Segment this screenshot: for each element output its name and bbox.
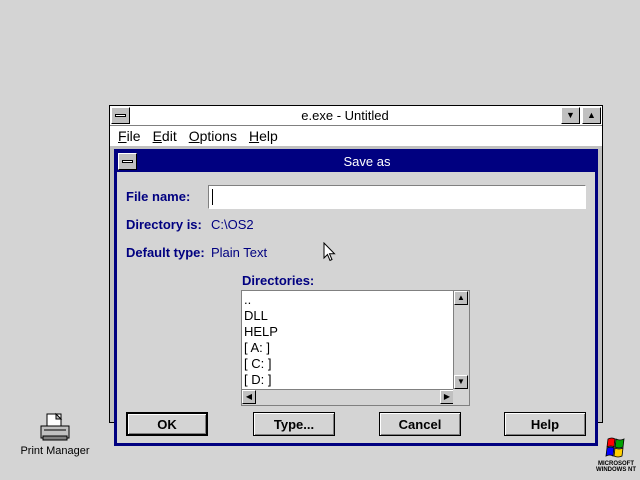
directories-list: .. DLL HELP [ A: ] [ C: ] [ D: ]	[244, 292, 278, 388]
scroll-left-button[interactable]: ◀	[242, 390, 256, 404]
list-item[interactable]: DLL	[244, 308, 278, 324]
cancel-button[interactable]: Cancel	[379, 412, 461, 436]
vertical-scrollbar[interactable]: ▲ ▼	[453, 291, 469, 389]
dialog-system-menu-icon	[122, 160, 133, 163]
menu-file-rest: ile	[126, 128, 141, 144]
mouse-pointer-icon	[323, 242, 336, 262]
menu-edit-mnemonic: E	[152, 128, 162, 144]
minimize-button[interactable]: ▼	[561, 107, 580, 124]
type-button[interactable]: Type...	[253, 412, 335, 436]
menu-file[interactable]: File	[118, 128, 141, 144]
scroll-right-button[interactable]: ▶	[440, 390, 454, 404]
directories-label: Directories:	[242, 273, 315, 288]
menu-options-rest: ptions	[199, 128, 237, 144]
directories-listbox[interactable]: .. DLL HELP [ A: ] [ C: ] [ D: ] ▲ ▼ ◀ ▶	[241, 290, 470, 406]
list-item[interactable]: ..	[244, 292, 278, 308]
menu-options-mnemonic: O	[188, 128, 200, 144]
text-caret	[212, 189, 213, 205]
print-manager-label: Print Manager	[20, 445, 90, 457]
windows-nt-desktop-icon[interactable]: MICROSOFT WINDOWS NT	[596, 436, 636, 473]
print-manager-desktop-icon[interactable]: Print Manager	[14, 412, 96, 457]
save-as-title-bar[interactable]: Save as	[117, 152, 595, 172]
ok-button[interactable]: OK	[126, 412, 208, 436]
scrollbar-corner	[453, 389, 469, 405]
default-type-value: Plain Text	[211, 245, 268, 260]
help-button[interactable]: Help	[504, 412, 586, 436]
file-name-input[interactable]	[208, 185, 586, 209]
menu-file-mnemonic: F	[118, 128, 127, 144]
list-item[interactable]: HELP	[244, 324, 278, 340]
printer-icon	[40, 412, 70, 441]
scroll-down-button[interactable]: ▼	[454, 375, 468, 389]
desktop: Print Manager MICROSOFT WINDOWS NT e.exe…	[0, 0, 640, 480]
windows-flag-icon	[605, 437, 625, 458]
list-item[interactable]: [ A: ]	[244, 340, 278, 356]
menu-options[interactable]: Options	[189, 128, 237, 144]
default-type-label: Default type:	[126, 245, 205, 260]
list-item[interactable]: [ D: ]	[244, 372, 278, 388]
editor-title-bar[interactable]: e.exe - Untitled ▼ ▲	[110, 106, 602, 126]
scroll-up-button[interactable]: ▲	[454, 291, 468, 305]
system-menu-button[interactable]	[111, 107, 130, 124]
save-as-dialog-body: Save as File name: Directory is: C:\OS2 …	[117, 152, 595, 443]
dialog-system-menu-button[interactable]	[118, 153, 137, 170]
windows-nt-caption: MICROSOFT WINDOWS NT	[596, 461, 636, 473]
directory-label: Directory is:	[126, 217, 202, 232]
menu-help-rest: elp	[259, 128, 278, 144]
editor-window-title: e.exe - Untitled	[301, 108, 389, 123]
file-name-label: File name:	[126, 189, 191, 204]
menu-edit[interactable]: Edit	[153, 128, 177, 144]
menu-bar: File Edit Options Help	[110, 126, 602, 146]
menu-help[interactable]: Help	[249, 128, 278, 144]
horizontal-scrollbar[interactable]: ◀ ▶	[242, 389, 454, 405]
system-menu-icon	[115, 114, 126, 117]
caption-line-2: WINDOWS NT	[596, 467, 636, 473]
maximize-button[interactable]: ▲	[582, 107, 601, 124]
menu-help-mnemonic: H	[248, 128, 260, 144]
directory-value: C:\OS2	[211, 217, 254, 232]
save-as-title: Save as	[343, 154, 391, 169]
save-as-dialog: Save as File name: Directory is: C:\OS2 …	[114, 149, 598, 446]
list-item[interactable]: [ C: ]	[244, 356, 278, 372]
menu-edit-rest: dit	[161, 128, 177, 144]
